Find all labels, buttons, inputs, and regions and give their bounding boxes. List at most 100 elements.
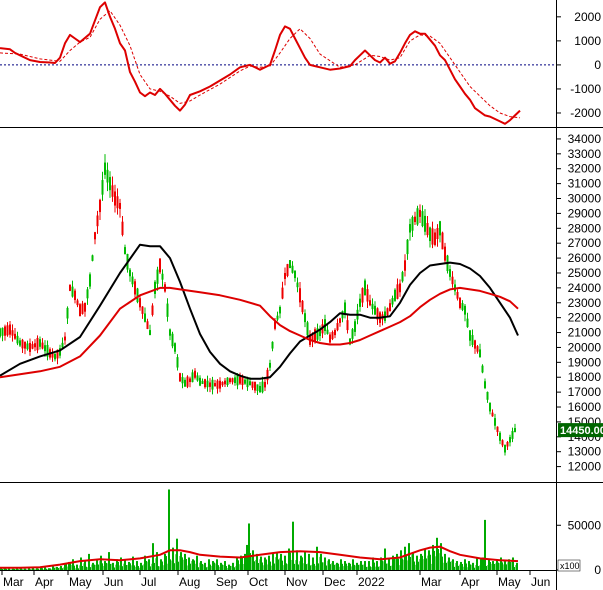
volume-bar <box>58 568 59 570</box>
candle-down <box>286 264 289 276</box>
volume-bar <box>446 562 447 570</box>
volume-bar <box>418 561 419 570</box>
candle-down <box>476 346 479 352</box>
candle-down <box>399 283 401 293</box>
candle-up <box>236 375 239 386</box>
price-axis-tick-label: 18000 <box>568 370 602 384</box>
candle-up <box>86 289 89 299</box>
candle-up <box>354 321 356 332</box>
volume-bar <box>428 550 430 570</box>
candle-down <box>414 216 416 223</box>
volume-bar <box>468 561 470 570</box>
volume-bar <box>342 563 343 570</box>
volume-bar <box>222 564 223 570</box>
volume-bar <box>382 560 383 570</box>
volume-bar <box>358 564 359 570</box>
candle-up <box>89 274 91 287</box>
volume-bar <box>400 550 402 570</box>
volume-bar <box>158 566 159 570</box>
volume-bar <box>42 568 43 570</box>
volume-bar <box>442 556 443 570</box>
candle-up <box>511 431 514 439</box>
candle-down <box>431 228 434 245</box>
volume-bar <box>212 561 214 570</box>
volume-bar <box>362 564 363 570</box>
volume-bar <box>34 569 35 570</box>
volume-bar <box>494 564 495 570</box>
volume-bar <box>38 568 39 570</box>
volume-bar <box>160 559 162 570</box>
candle-down <box>139 298 141 308</box>
volume-bar <box>110 563 111 570</box>
candle-down <box>94 232 96 240</box>
volume-bar <box>378 566 379 570</box>
volume-bar <box>182 557 183 570</box>
candle-up <box>206 380 209 388</box>
candle-up <box>196 375 199 381</box>
volume-bar <box>232 562 234 570</box>
candle-down <box>69 284 71 291</box>
candle-up <box>499 432 501 441</box>
candle-down <box>74 290 76 301</box>
volume-bar <box>228 564 230 570</box>
volume-bar <box>510 562 511 570</box>
volume-axis-tick-label: 50000 <box>568 518 602 532</box>
candle-down <box>209 382 211 387</box>
volume-bar <box>230 565 231 570</box>
candle-up <box>0 328 1 337</box>
price-axis-tick-label: 32000 <box>568 162 602 176</box>
volume-bar <box>270 561 271 570</box>
candle-up <box>479 349 481 358</box>
volume-bar <box>236 557 238 570</box>
candle-down <box>146 321 149 329</box>
price-axis-tick-label: 28000 <box>568 221 602 235</box>
candle-up <box>401 272 404 282</box>
volume-bar <box>456 561 458 570</box>
candle-up <box>161 273 164 280</box>
candle-down <box>396 284 399 299</box>
candle-up <box>326 329 329 334</box>
volume-bar <box>104 561 106 570</box>
volume-bar <box>124 560 126 570</box>
volume-bar <box>266 559 267 570</box>
candle-down <box>11 330 14 336</box>
volume-bar <box>276 552 278 570</box>
volume-bar <box>112 562 114 570</box>
volume-bar <box>452 559 454 570</box>
volume-bar <box>224 561 226 570</box>
volume-bar <box>316 546 318 570</box>
candle-up <box>276 315 279 320</box>
candle-down <box>366 289 369 302</box>
volume-bar <box>102 563 103 570</box>
candle-up <box>371 303 374 310</box>
candle-up <box>191 372 194 383</box>
candle-up <box>61 342 64 348</box>
volume-bar <box>298 564 299 570</box>
candle-down <box>29 342 31 352</box>
candle-down <box>224 380 226 385</box>
volume-bar <box>206 567 207 570</box>
candle-down <box>419 209 421 217</box>
volume-bar <box>76 564 78 570</box>
volume-bar <box>66 564 67 570</box>
volume-bar <box>516 562 518 570</box>
volume-bar <box>356 562 358 570</box>
candle-up <box>461 303 464 310</box>
candle-down <box>9 324 11 335</box>
volume-bar <box>218 565 219 570</box>
volume-bar <box>46 568 47 570</box>
volume-bar <box>448 557 450 570</box>
volume-bar <box>436 537 438 570</box>
candle-down <box>34 343 36 348</box>
volume-bar <box>492 561 494 570</box>
volume-bar <box>424 548 426 570</box>
candle-up <box>391 298 394 305</box>
volume-bar <box>196 555 198 570</box>
volume-bar <box>460 561 462 570</box>
candle-down <box>329 334 331 343</box>
candle-down <box>79 304 81 317</box>
candle-up <box>131 276 134 285</box>
candle-down <box>264 381 266 388</box>
volume-bar <box>74 565 75 570</box>
candle-down <box>81 303 84 314</box>
